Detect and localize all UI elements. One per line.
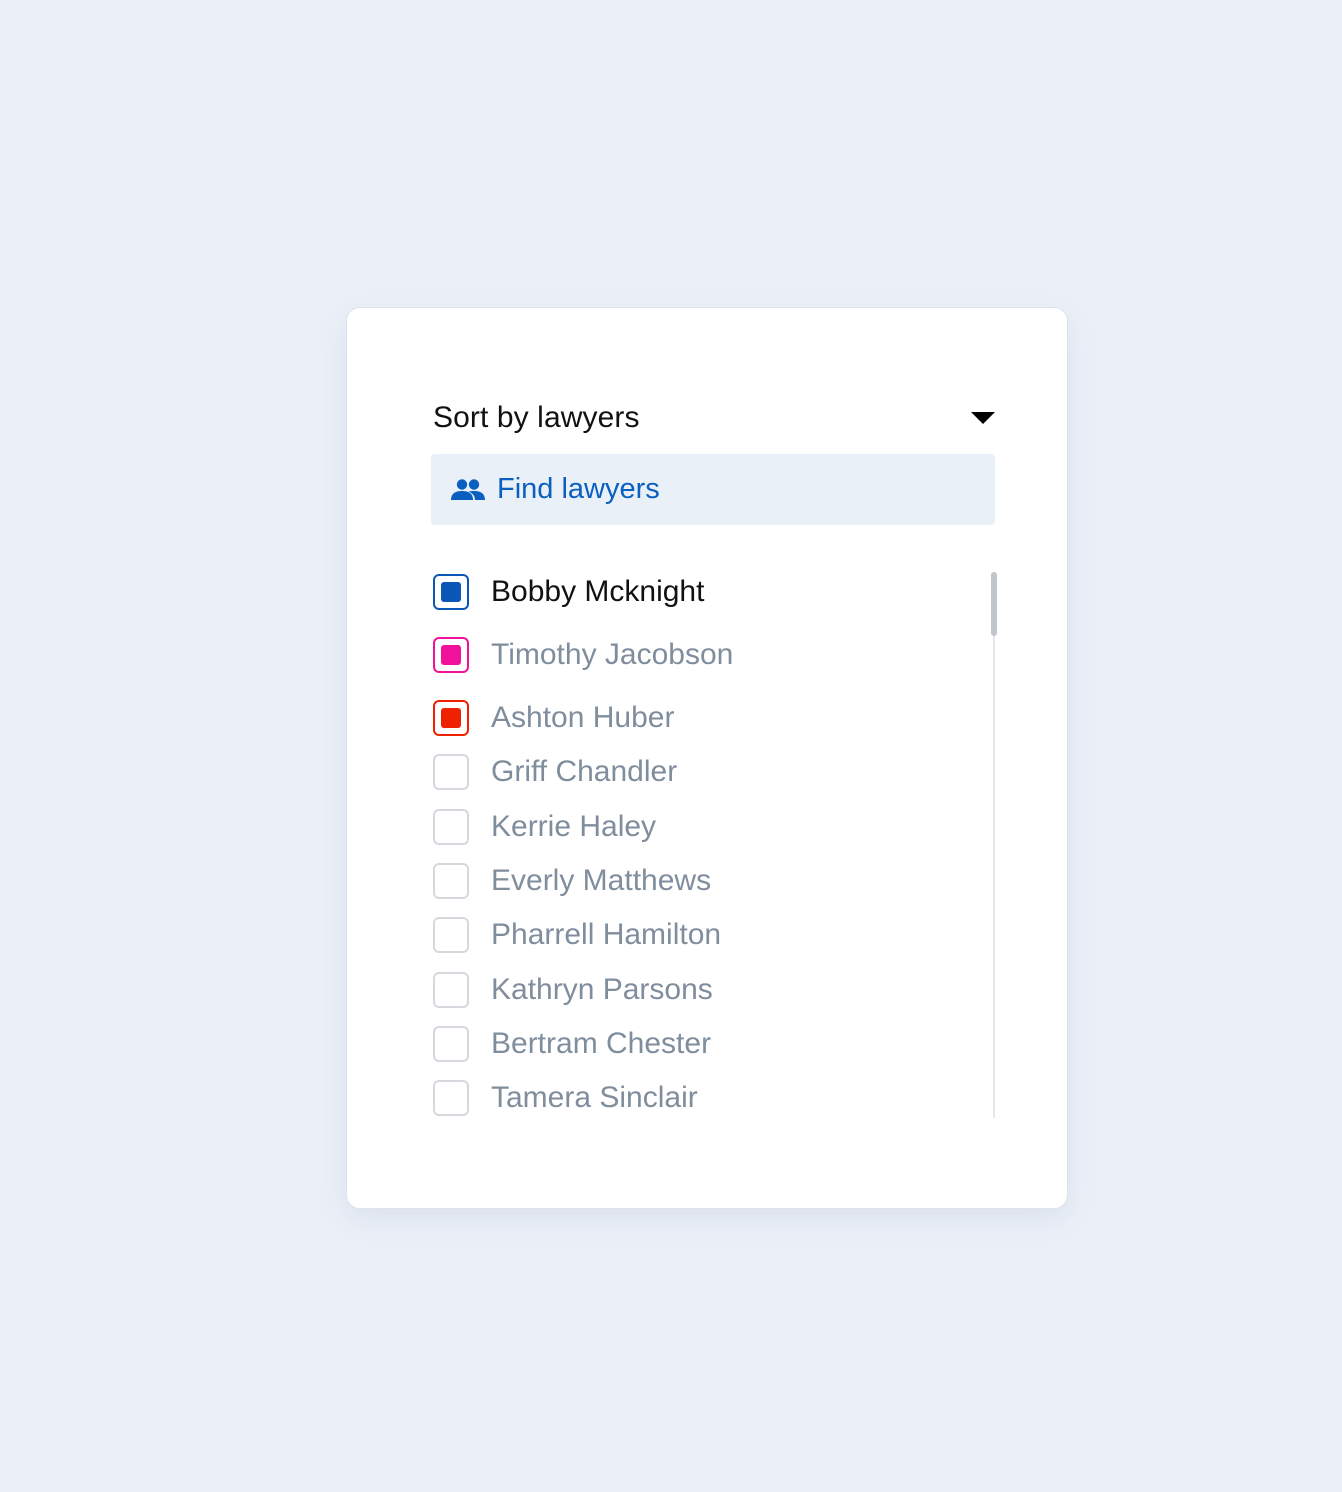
lawyer-item[interactable]: Tamera Sinclair [433,1078,698,1118]
lawyer-item[interactable]: Kathryn Parsons [433,970,713,1010]
lawyer-item[interactable]: Kerrie Haley [433,807,656,847]
checkbox-fill [441,582,461,602]
scrollbar-track[interactable] [993,572,995,1118]
lawyer-checkbox[interactable] [433,1026,469,1062]
lawyer-name: Kerrie Haley [491,810,657,843]
lawyer-item[interactable]: Bobby Mcknight [433,572,704,612]
lawyer-name: Bertram Chester [491,1027,712,1060]
lawyer-name: Bobby Mcknight [491,575,705,608]
lawyer-name: Ashton Huber [491,701,675,734]
lawyer-checkbox[interactable] [433,809,469,845]
lawyer-checkbox[interactable] [433,574,469,610]
lawyer-name: Tamera Sinclair [491,1081,698,1114]
lawyer-name: Griff Chandler [491,755,678,788]
lawyer-item[interactable]: Ashton Huber [433,698,674,738]
sort-dropdown-title: Sort by lawyers [433,401,640,434]
lawyer-checkbox[interactable] [433,863,469,899]
lawyer-name: Kathryn Parsons [491,973,713,1006]
lawyer-name: Everly Matthews [491,864,712,897]
lawyer-item[interactable]: Timothy Jacobson [433,635,733,675]
lawyer-checkbox[interactable] [433,917,469,953]
lawyer-checkbox[interactable] [433,700,469,736]
sort-dropdown-header[interactable]: Sort by lawyers [433,396,997,440]
caret-down-icon[interactable] [971,412,995,424]
lawyer-item[interactable]: Bertram Chester [433,1024,711,1064]
lawyer-checkbox[interactable] [433,972,469,1008]
people-icon [451,478,485,502]
lawyer-name: Timothy Jacobson [491,638,734,671]
scrollbar-thumb[interactable] [991,572,997,636]
find-lawyers-search[interactable]: Find lawyers [431,454,995,525]
lawyer-item[interactable]: Everly Matthews [433,861,711,901]
lawyer-checkbox[interactable] [433,637,469,673]
lawyer-checkbox[interactable] [433,1080,469,1116]
lawyer-name: Pharrell Hamilton [491,918,722,951]
lawyer-item[interactable]: Griff Chandler [433,752,677,792]
search-input[interactable]: Find lawyers [497,473,660,506]
lawyer-filter-card: Sort by lawyers Find lawyers Bobby Mckni… [346,307,1068,1209]
lawyer-checkbox[interactable] [433,754,469,790]
checkbox-fill [441,708,461,728]
lawyer-list: Bobby Mcknight Timothy Jacobson Ashton Hub… [433,572,997,1120]
checkbox-fill [441,645,461,665]
lawyer-item[interactable]: Pharrell Hamilton [433,915,721,955]
